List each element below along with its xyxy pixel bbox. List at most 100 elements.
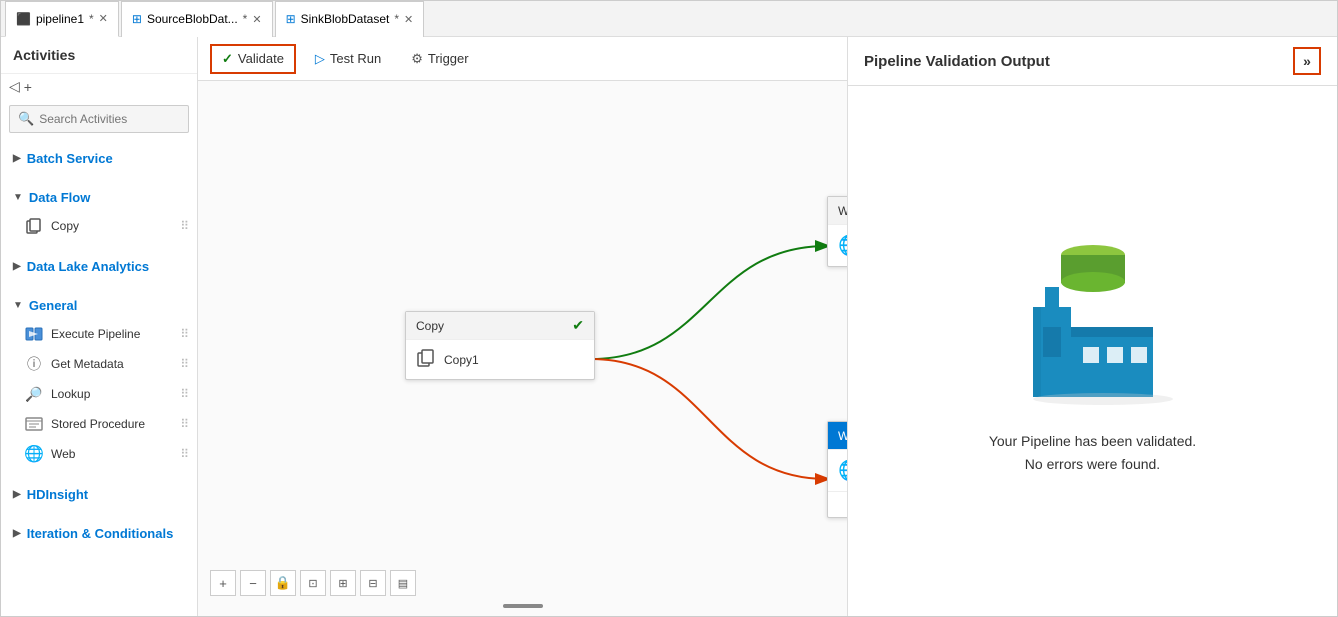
test-run-label: Test Run <box>330 51 381 66</box>
lock-button[interactable]: 🔒 <box>270 570 296 596</box>
search-box: 🔍 <box>9 105 189 133</box>
web-failure-node[interactable]: Web ✔ 🌐 SendFailureEmailActiv... 🗑 ⧉ ➕⭕ <box>827 421 847 518</box>
tab-sourceblobdat[interactable]: ⊞ SourceBlobDat... * ✕ <box>121 1 273 37</box>
sidebar-item-data-flow[interactable]: ▼ Data Flow <box>1 184 197 211</box>
collapse-chevron-icon: » <box>1303 53 1311 69</box>
validate-button[interactable]: ✓ Validate <box>210 44 296 74</box>
grid-button[interactable]: ⊟ <box>360 570 386 596</box>
sidebar-label-execute-pipeline: Execute Pipeline <box>51 327 140 341</box>
execute-pipeline-icon <box>25 325 43 343</box>
sidebar-item-batch-service[interactable]: ▶ Batch Service <box>1 145 197 172</box>
arrow-right-icon: ▶ <box>13 153 21 164</box>
sidebar-item-iteration-conditionals[interactable]: ▶ Iteration & Conditionals <box>1 520 197 547</box>
tab-close-sinkblobdataset[interactable]: ✕ <box>404 13 413 26</box>
zoom-in-button[interactable]: + <box>210 570 236 596</box>
tab-modified-sinkblobdataset: * <box>394 12 399 26</box>
copy1-status-icon: ✔ <box>572 317 584 334</box>
reset-view-button[interactable]: ⊞ <box>330 570 356 596</box>
web-success-header-label: Web <box>838 204 847 218</box>
drag-handle-lookup[interactable]: ⠿ <box>180 387 189 401</box>
tab-pipeline1[interactable]: ⬛ pipeline1 * ✕ <box>5 1 119 37</box>
sidebar-label-data-lake-analytics: Data Lake Analytics <box>27 259 149 274</box>
factory-illustration <box>1003 227 1183 410</box>
drag-handle-web[interactable]: ⠿ <box>180 447 189 461</box>
validation-message: Your Pipeline has been validated. No err… <box>989 430 1196 475</box>
sidebar-label-stored-procedure: Stored Procedure <box>51 417 145 431</box>
sidebar-item-copy[interactable]: Copy ⠿ <box>1 211 197 241</box>
conn-success-line <box>591 246 827 359</box>
tab-sinkblobdataset[interactable]: ⊞ SinkBlobDataset * ✕ <box>275 1 425 37</box>
sidebar-label-lookup: Lookup <box>51 387 90 401</box>
minimap-button[interactable]: ▤ <box>390 570 416 596</box>
pipeline-toolbar: ✓ Validate ▷ Test Run ⚙ Trigger <box>198 37 847 81</box>
stored-procedure-icon <box>25 415 43 433</box>
add-icon[interactable]: + <box>24 79 32 95</box>
get-metadata-icon: ⓘ <box>25 355 43 373</box>
copy1-header: Copy ✔ <box>406 312 594 340</box>
sidebar-item-lookup[interactable]: 🔎 Lookup ⠿ <box>1 379 197 409</box>
copy1-header-label: Copy <box>416 319 444 333</box>
tab-modified-pipeline1: * <box>89 12 94 26</box>
arrow-right-icon-ic: ▶ <box>13 528 21 539</box>
sidebar-title: Activities <box>1 37 197 74</box>
sidebar-label-iteration-conditionals: Iteration & Conditionals <box>27 526 174 541</box>
sidebar-label-batch-service: Batch Service <box>27 151 113 166</box>
copy1-icon <box>416 348 436 371</box>
tab-label-sourceblobdat: SourceBlobDat... <box>147 12 238 26</box>
sidebar-label-web: Web <box>51 447 75 461</box>
collapse-panel-button[interactable]: » <box>1293 47 1321 75</box>
web-failure-icon: 🌐 <box>838 458 847 483</box>
pipeline-tab-icon: ⬛ <box>16 12 31 26</box>
collapse-icon[interactable]: ◁ <box>9 78 20 95</box>
drag-handle-stored[interactable]: ⠿ <box>180 417 189 431</box>
validate-label: Validate <box>238 51 284 66</box>
test-run-button[interactable]: ▷ Test Run <box>304 45 392 73</box>
factory-svg <box>1003 227 1183 407</box>
web-success-icon: 🌐 <box>838 233 847 258</box>
pipeline-canvas[interactable]: Copy ✔ Copy1 Web <box>198 81 847 616</box>
conn-fail-line <box>591 359 827 479</box>
arrow-down-icon-data-flow: ▼ <box>13 192 23 203</box>
sidebar-label-general: General <box>29 298 77 313</box>
sidebar-item-general[interactable]: ▼ General <box>1 292 197 319</box>
tabs-bar: ⬛ pipeline1 * ✕ ⊞ SourceBlobDat... * ✕ ⊞… <box>1 1 1337 37</box>
validation-panel-title: Pipeline Validation Output <box>864 53 1050 70</box>
arrow-right-icon-hdi: ▶ <box>13 489 21 500</box>
validation-message-line1: Your Pipeline has been validated. <box>989 430 1196 452</box>
tab-close-pipeline1[interactable]: ✕ <box>99 12 108 25</box>
search-input[interactable] <box>39 112 180 126</box>
validation-panel-content: Your Pipeline has been validated. No err… <box>848 86 1337 616</box>
fit-view-button[interactable]: ⊡ <box>300 570 326 596</box>
zoom-out-button[interactable]: − <box>240 570 266 596</box>
drag-handle-execute[interactable]: ⠿ <box>180 327 189 341</box>
web-success-header: Web ✔ <box>828 197 847 225</box>
validation-panel: Pipeline Validation Output » <box>847 37 1337 616</box>
sidebar-item-data-lake-analytics[interactable]: ▶ Data Lake Analytics <box>1 253 197 280</box>
drag-handle-getmeta[interactable]: ⠿ <box>180 357 189 371</box>
sidebar-label-data-flow: Data Flow <box>29 190 90 205</box>
trigger-label: Trigger <box>428 51 469 66</box>
sidebar-label-copy: Copy <box>51 219 79 233</box>
web-failure-body: 🌐 SendFailureEmailActiv... <box>828 450 847 491</box>
canvas-scrollbar[interactable] <box>503 604 543 608</box>
sidebar-item-get-metadata[interactable]: ⓘ Get Metadata ⠿ <box>1 349 197 379</box>
copy1-body: Copy1 <box>406 340 594 379</box>
sidebar-item-hd-insight[interactable]: ▶ HDInsight <box>1 481 197 508</box>
trigger-button[interactable]: ⚙ Trigger <box>400 45 479 73</box>
sidebar-label-hd-insight: HDInsight <box>27 487 88 502</box>
web-success-node[interactable]: Web ✔ 🌐 SendSuccessEmailActi... <box>827 196 847 267</box>
web-failure-actions: 🗑 ⧉ ➕⭕ <box>828 491 847 517</box>
copy-activity-icon <box>25 217 43 235</box>
table-tab-icon-1: ⊞ <box>132 12 142 26</box>
sidebar-item-web[interactable]: 🌐 Web ⠿ <box>1 439 197 469</box>
tab-label-pipeline1: pipeline1 <box>36 12 84 26</box>
copy1-node[interactable]: Copy ✔ Copy1 <box>405 311 595 380</box>
validation-message-line2: No errors were found. <box>989 453 1196 475</box>
sidebar-item-execute-pipeline[interactable]: Execute Pipeline ⠿ <box>1 319 197 349</box>
drag-handle-copy[interactable]: ⠿ <box>180 219 189 233</box>
table-tab-icon-2: ⊞ <box>286 12 296 26</box>
tab-close-sourceblobdat[interactable]: ✕ <box>252 13 261 26</box>
web-failure-header-label: Web <box>838 429 847 443</box>
tab-label-sinkblobdataset: SinkBlobDataset <box>301 12 390 26</box>
sidebar-item-stored-procedure[interactable]: Stored Procedure ⠿ <box>1 409 197 439</box>
